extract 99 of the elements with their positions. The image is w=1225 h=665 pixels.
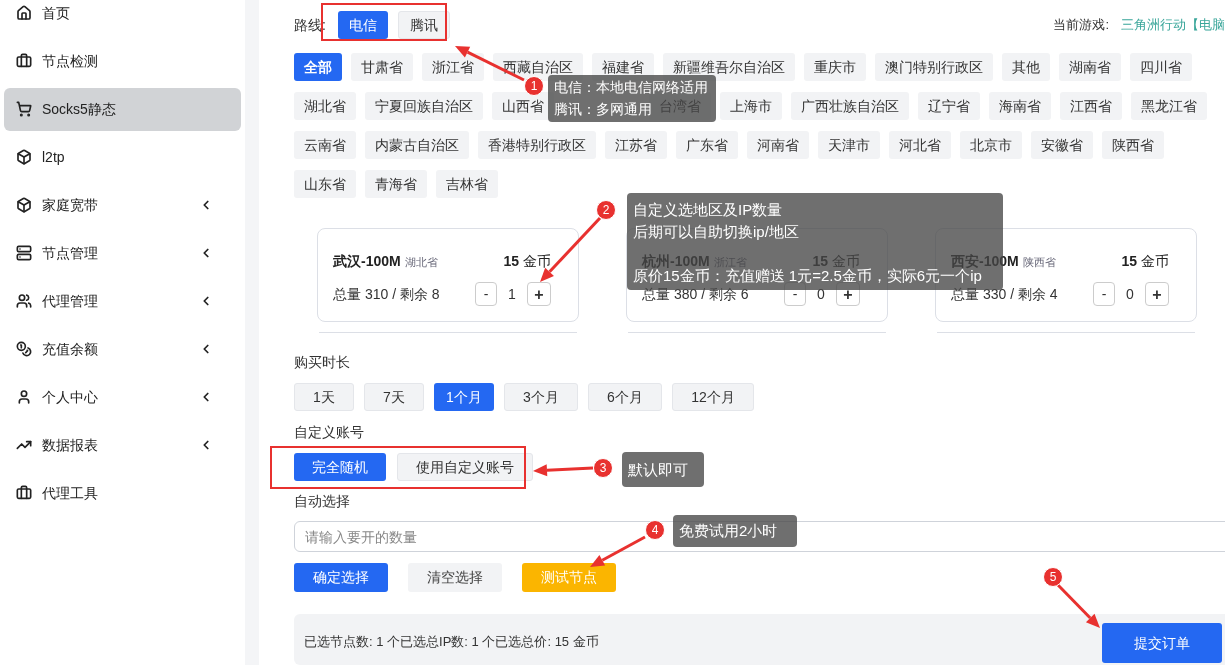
option-button[interactable]: 吉林省 [436, 170, 498, 198]
briefcase-icon [16, 53, 32, 69]
option-button[interactable]: 湖北省 [294, 92, 356, 120]
increment-button[interactable]: + [1145, 282, 1169, 306]
user-icon [16, 389, 32, 405]
step-number: 4 [645, 520, 665, 540]
duration-button[interactable]: 12个月 [672, 383, 754, 411]
cube-icon [16, 149, 32, 165]
option-button[interactable]: 辽宁省 [918, 92, 980, 120]
sidebar-item[interactable]: Socks5静态 [4, 87, 241, 131]
price-label: 15 金币 [1121, 251, 1169, 271]
section-label: 自定义账号 [294, 423, 365, 442]
price-label: 15 金币 [503, 251, 551, 271]
step-number: 3 [593, 458, 613, 478]
duration-button[interactable]: 1个月 [434, 383, 494, 411]
home-icon [16, 5, 32, 21]
stock-label: 总量 310 / 剩余 8 [333, 284, 440, 304]
option-button[interactable]: 安徽省 [1031, 131, 1093, 159]
users-icon [16, 293, 32, 309]
tooltip-text: 默认即可 [628, 459, 688, 480]
submit-button[interactable]: 提交订单 [1102, 623, 1222, 664]
tooltip-text: 免费试用2小时 [679, 521, 778, 541]
option-button[interactable]: 河北省 [889, 131, 951, 159]
sidebar-item[interactable]: 数据报表 [4, 423, 241, 467]
decrement-button[interactable]: - [475, 282, 497, 306]
option-button[interactable]: 重庆市 [804, 53, 866, 81]
arrow [1056, 583, 1100, 628]
option-button[interactable]: 广西壮族自治区 [791, 92, 909, 120]
cart-icon [16, 101, 32, 117]
tooltip-text: 自定义选地区及IP数量 [633, 200, 783, 220]
province-label: 湖北省 [404, 255, 438, 271]
increment-button[interactable]: + [527, 282, 551, 306]
province-label: 陕西省 [1022, 255, 1056, 271]
step-number: 2 [596, 200, 616, 220]
option-button[interactable]: 上海市 [720, 92, 782, 120]
coins-icon [16, 341, 32, 357]
stock-label: 总量 330 / 剩余 4 [951, 284, 1058, 304]
sidebar-item[interactable]: 个人中心 [4, 375, 241, 419]
duration-button[interactable]: 7天 [364, 383, 424, 411]
duration-button[interactable]: 3个月 [504, 383, 578, 411]
option-button[interactable]: 浙江省 [422, 53, 484, 81]
sidebar-item[interactable]: 代理管理 [4, 279, 241, 323]
section-label: 购买时长 [294, 353, 351, 372]
step-number: 5 [1043, 567, 1063, 587]
route-tab[interactable]: 腾讯 [397, 11, 450, 39]
server-icon [16, 245, 32, 261]
option-button[interactable]: 全部 [294, 53, 342, 81]
option-button[interactable]: 江西省 [1060, 92, 1122, 120]
briefcase-icon [16, 485, 32, 501]
option-button[interactable]: 澳门特别行政区 [875, 53, 993, 81]
sidebar-item[interactable]: l2tp [4, 135, 241, 179]
tooltip-text: 后期可以自助切换ip/地区 [633, 222, 799, 242]
option-button[interactable]: 黑龙江省 [1131, 92, 1207, 120]
option-button[interactable]: 山东省 [294, 170, 356, 198]
duration-button[interactable]: 1天 [294, 383, 354, 411]
sidebar-item[interactable]: 代理工具 [4, 471, 241, 515]
option-button[interactable]: 江苏省 [605, 131, 667, 159]
summary-text: 已选节点数: 1 个已选总IP数: 1 个已选总价: 15 金币 [304, 633, 599, 652]
account-button[interactable]: 使用自定义账号 [397, 453, 533, 481]
sidebar-item[interactable]: 家庭宽带 [4, 183, 241, 227]
section-label: 自动选择 [294, 492, 351, 511]
route-tab[interactable]: 电信 [337, 11, 388, 39]
option-button[interactable]: 其他 [1002, 53, 1050, 81]
option-button[interactable]: 河南省 [747, 131, 809, 159]
option-button[interactable]: 甘肃省 [351, 53, 413, 81]
option-button[interactable]: 内蒙古自治区 [365, 131, 469, 159]
option-button[interactable]: 四川省 [1130, 53, 1192, 81]
option-button[interactable]: 天津市 [818, 131, 880, 159]
option-button[interactable]: 云南省 [294, 131, 356, 159]
quantity-value: 0 [816, 284, 826, 304]
option-button[interactable]: 湖南省 [1059, 53, 1121, 81]
cube-icon [16, 197, 32, 213]
arrow [533, 464, 594, 477]
option-button[interactable]: 新疆维吾尔自治区 [663, 53, 795, 81]
game-label: 当前游戏: [1053, 16, 1109, 35]
sidebar-item[interactable]: 首页 [4, 0, 241, 35]
option-button[interactable]: 广东省 [676, 131, 738, 159]
option-button[interactable]: 北京市 [960, 131, 1022, 159]
action-button[interactable]: 清空选择 [408, 563, 502, 593]
option-button[interactable]: 香港特别行政区 [478, 131, 596, 159]
option-button[interactable]: 青海省 [365, 170, 427, 198]
quantity-value: 1 [507, 284, 517, 304]
option-button[interactable]: 宁夏回族自治区 [365, 92, 483, 120]
arrow [590, 535, 646, 567]
option-button[interactable]: 陕西省 [1102, 131, 1164, 159]
sidebar-item[interactable]: 节点检测 [4, 39, 241, 83]
decrement-button[interactable]: - [1093, 282, 1115, 306]
sidebar-item[interactable]: 节点管理 [4, 231, 241, 275]
tooltip-text: 腾讯：多网通用 [554, 100, 652, 119]
stock-label: 总量 380 / 剩余 6 [642, 284, 749, 304]
tooltip-text: 电信：本地电信网络适用 [554, 78, 708, 97]
sidebar-item[interactable]: 充值余额 [4, 327, 241, 371]
duration-button[interactable]: 6个月 [588, 383, 662, 411]
route-label: 路线: [294, 15, 326, 35]
account-button[interactable]: 完全随机 [294, 453, 386, 481]
action-button[interactable]: 确定选择 [294, 563, 388, 593]
option-button[interactable]: 海南省 [989, 92, 1051, 120]
node-name: 武汉-100M [333, 251, 401, 271]
quantity-value: 0 [1125, 284, 1135, 304]
